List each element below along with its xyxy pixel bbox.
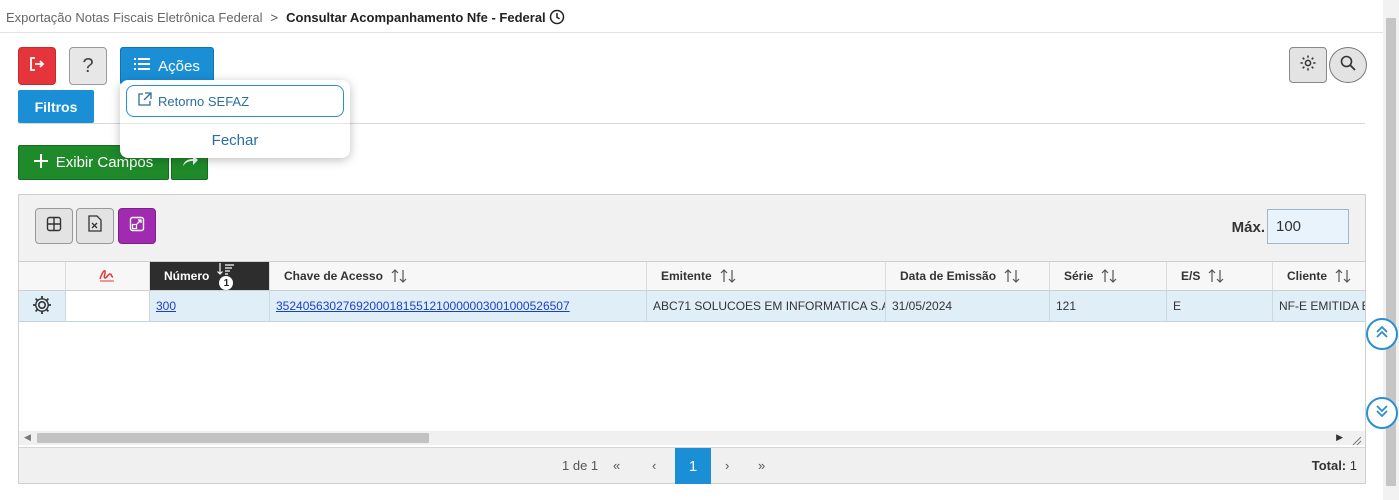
horizontal-scrollbar[interactable]: ◀ ▶ [19,431,1365,446]
header-es-label: E/S [1181,269,1201,283]
sort-order-badge: 1 [219,276,234,290]
double-chevron-up-icon [1375,325,1389,344]
exit-button[interactable] [18,47,56,85]
sort-arrows-icon [1208,268,1224,284]
grid-layout-icon [46,216,62,237]
header-data-emissao[interactable]: Data de Emissão [886,261,1050,291]
sort-arrows-icon [391,268,407,284]
list-icon [134,57,151,75]
history-clock-icon[interactable] [549,9,565,25]
grid-layout-button[interactable] [35,208,73,244]
grid-toolbar: Máx. 100 [19,195,1365,261]
breadcrumb-parent[interactable]: Exportação Notas Fiscais Eletrônica Fede… [6,10,263,25]
next-page-button[interactable]: › [725,458,729,473]
header-numero-label: Número [164,269,210,283]
cell-emitente: ABC71 SOLUCOES EM INFORMATICA S.A. [647,291,886,322]
scroll-left-icon[interactable]: ◀ [24,432,31,443]
help-button[interactable]: ? [69,47,107,85]
cell-serie: 121 [1050,291,1167,322]
retorno-sefaz-label: Retorno SEFAZ [158,93,250,109]
sort-arrows-icon [1004,268,1020,284]
export-excel-button[interactable] [76,208,114,244]
cell-chave: 3524056302769200018155121000000300100052… [270,291,647,322]
cell-es: E [1167,291,1273,322]
exit-icon [28,55,46,78]
search-button[interactable] [1329,47,1367,83]
header-es[interactable]: E/S [1167,261,1273,291]
header-emitente-label: Emitente [661,269,712,283]
expand-icon [129,216,145,237]
sort-arrows-icon [1101,268,1117,284]
total-count: Total: 1 [1312,458,1357,473]
header-signature-col [66,261,150,291]
data-grid: Máx. 100 Número 1 Chave de Acesso Emiten… [18,194,1366,484]
header-emitente[interactable]: Emitente [647,261,886,291]
retorno-sefaz-menu-item[interactable]: Retorno SEFAZ [126,85,344,117]
cell-numero: 300 [150,291,270,322]
header-settings-col [19,261,66,291]
last-page-button[interactable]: » [758,458,765,473]
signature-icon [98,268,116,285]
sort-desc-icon: 1 [217,262,235,290]
first-page-button[interactable]: « [613,458,620,473]
table-row[interactable]: 300 352405630276920001815512100000030010… [19,291,1365,322]
cell-signature [66,291,150,322]
help-label: ? [82,54,94,77]
row-settings-button[interactable] [19,291,66,322]
max-label: Máx. [1231,219,1265,236]
chave-link[interactable]: 3524056302769200018155121000000300100052… [276,299,570,313]
actions-label: Ações [158,57,200,75]
breadcrumb: Exportação Notas Fiscais Eletrônica Fede… [6,6,565,28]
page-info: 1 de 1 [562,458,599,473]
cell-cliente: NF-E EMITIDA EM [1273,291,1365,322]
page-title: Consultar Acompanhamento Nfe - Federal [286,9,546,25]
close-menu-button[interactable]: Fechar [120,132,350,149]
breadcrumb-separator: > [270,9,279,25]
scroll-right-icon[interactable]: ▶ [1336,432,1343,443]
header-serie[interactable]: Série [1050,261,1167,291]
pagination: 1 de 1 « ‹ 1 › » Total: 1 [19,447,1365,484]
numero-link[interactable]: 300 [156,299,176,313]
header-cliente[interactable]: Cliente [1273,261,1365,291]
scrollbar-thumb[interactable] [37,433,429,443]
max-rows-input[interactable]: 100 [1267,209,1349,244]
cell-data-emissao: 31/05/2024 [886,291,1050,322]
header-serie-label: Série [1064,269,1094,283]
header-numero[interactable]: Número 1 [150,261,270,291]
header-data-emissao-label: Data de Emissão [900,269,997,283]
double-chevron-down-icon [1375,404,1389,423]
expand-grid-button[interactable] [118,208,156,244]
current-page-button[interactable]: 1 [675,448,711,484]
scroll-to-top-button[interactable] [1366,318,1398,350]
prev-page-button[interactable]: ‹ [652,458,656,473]
sort-arrows-icon [720,268,736,284]
excel-file-icon [88,215,102,237]
external-link-icon [137,92,152,110]
actions-dropdown: Retorno SEFAZ Fechar [120,80,350,158]
header-divider [0,32,1383,33]
gear-icon [31,294,53,319]
dropdown-divider [120,123,350,124]
header-cliente-label: Cliente [1287,269,1328,283]
total-label: Total: [1311,458,1347,473]
plus-icon [33,153,48,172]
header-chave[interactable]: Chave de Acesso [270,261,647,291]
sort-arrows-icon [1335,268,1351,284]
scroll-to-bottom-button[interactable] [1366,397,1398,429]
gear-icon [1299,54,1317,77]
filters-button[interactable]: Filtros [18,90,94,123]
header-chave-label: Chave de Acesso [284,269,383,283]
search-icon [1339,54,1357,77]
total-value: 1 [1349,458,1357,473]
settings-button[interactable] [1289,47,1327,83]
